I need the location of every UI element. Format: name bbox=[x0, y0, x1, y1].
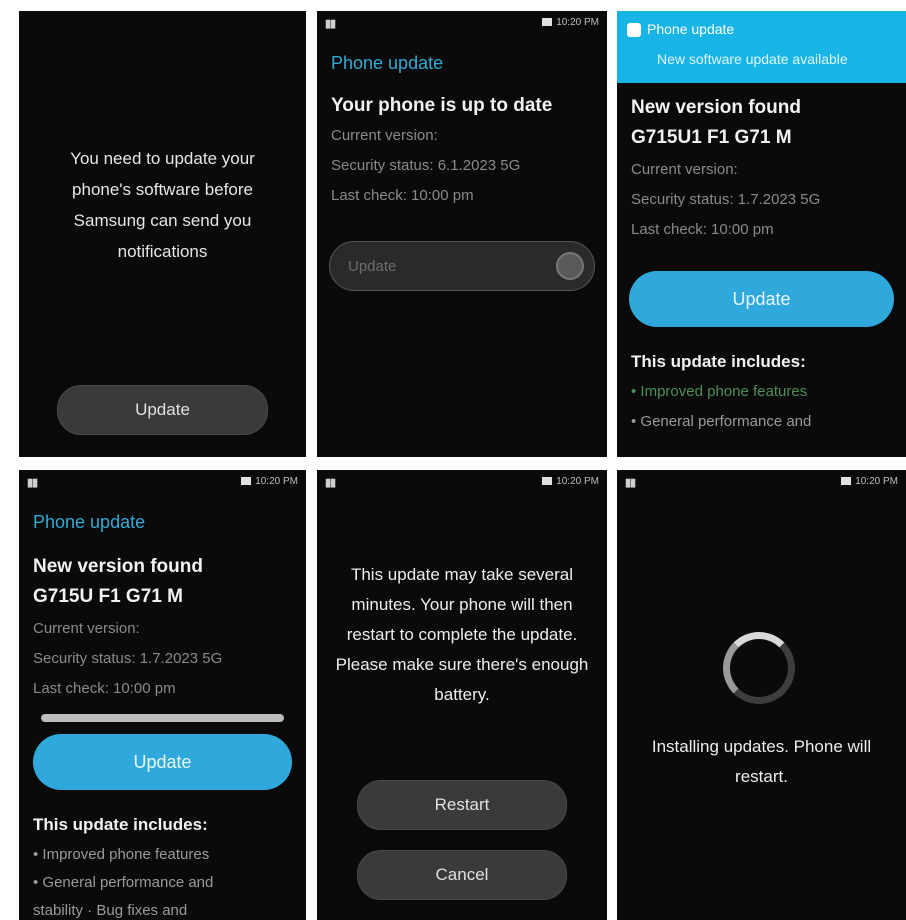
update-required-message: You need to update your phone's software… bbox=[70, 149, 255, 261]
battery-icon bbox=[542, 18, 553, 27]
current-version-label: Current version: bbox=[331, 127, 438, 144]
notification-title: Phone update bbox=[647, 21, 735, 37]
security-status: Security status: 1.7.2023 5G bbox=[631, 191, 821, 208]
status-time: 10:20 PM bbox=[556, 17, 599, 28]
screen-new-version: ▮▮ 10:20 PM Phone update New version fou… bbox=[19, 470, 306, 920]
screen-installing: ▮▮ 10:20 PM Installing updates. Phone wi… bbox=[617, 470, 906, 920]
version-code: G715U F1 G71 M bbox=[33, 586, 183, 607]
restart-button[interactable]: Restart bbox=[357, 780, 567, 830]
bullet-item: • Improved phone features bbox=[33, 846, 210, 863]
notification-text: New software update available bbox=[657, 51, 848, 67]
update-button[interactable]: Update bbox=[33, 734, 292, 790]
loading-spinner-icon bbox=[723, 632, 795, 704]
bullet-item: stability · Bug fixes and bbox=[33, 902, 188, 919]
screen-update-required: You need to update your phone's software… bbox=[19, 11, 306, 457]
bullet-item: • General performance and bbox=[631, 413, 812, 430]
signal-icon: ▮▮ bbox=[325, 18, 336, 30]
battery-icon bbox=[241, 477, 252, 486]
security-status: Security status: 6.1.2023 5G bbox=[331, 157, 521, 174]
bullet-item: • Improved phone features bbox=[631, 383, 808, 400]
download-progress-bar bbox=[41, 714, 284, 722]
screen-title: Phone update bbox=[33, 512, 146, 532]
status-time: 10:20 PM bbox=[556, 476, 599, 487]
last-check: Last check: 10:00 pm bbox=[331, 187, 474, 204]
signal-icon: ▮▮ bbox=[27, 477, 38, 489]
notification-icon bbox=[627, 23, 641, 37]
battery-icon bbox=[841, 477, 852, 486]
screen-up-to-date: ▮▮ 10:20 PM Phone update Your phone is u… bbox=[317, 11, 607, 457]
update-field-placeholder: Update bbox=[348, 258, 397, 275]
update-field[interactable]: Update bbox=[329, 241, 595, 291]
restart-warning-message: This update may take several minutes. Yo… bbox=[335, 565, 589, 704]
update-button[interactable]: Update bbox=[629, 271, 894, 327]
last-check: Last check: 10:00 pm bbox=[33, 680, 176, 697]
installing-message: Installing updates. Phone will restart. bbox=[651, 737, 872, 786]
security-status: Security status: 1.7.2023 5G bbox=[33, 650, 223, 667]
status-bar: ▮▮ 10:20 PM bbox=[317, 11, 607, 33]
signal-icon: ▮▮ bbox=[325, 477, 336, 489]
battery-icon bbox=[542, 477, 553, 486]
new-version-heading: New version found bbox=[631, 97, 801, 118]
version-code: G715U1 F1 G71 M bbox=[631, 127, 792, 148]
screen-restart-confirm: ▮▮ 10:20 PM This update may take several… bbox=[317, 470, 607, 920]
status-bar: ▮▮ 10:20 PM bbox=[19, 470, 306, 492]
includes-title: This update includes: bbox=[631, 352, 806, 371]
new-version-heading: New version found bbox=[33, 556, 203, 577]
last-check: Last check: 10:00 pm bbox=[631, 221, 774, 238]
status-bar: ▮▮ 10:20 PM bbox=[317, 470, 607, 492]
screen-title: Phone update bbox=[331, 53, 444, 73]
includes-title: This update includes: bbox=[33, 815, 208, 834]
status-bar: ▮▮ 10:20 PM bbox=[617, 470, 906, 492]
notification-banner[interactable]: Phone update New software update availab… bbox=[617, 11, 906, 83]
cancel-button[interactable]: Cancel bbox=[357, 850, 567, 900]
status-time: 10:20 PM bbox=[255, 476, 298, 487]
current-version-label: Current version: bbox=[33, 620, 140, 637]
toggle-knob-icon[interactable] bbox=[556, 252, 584, 280]
status-time: 10:20 PM bbox=[855, 476, 898, 487]
screen-new-version-notification: Phone update New software update availab… bbox=[617, 11, 906, 457]
up-to-date-heading: Your phone is up to date bbox=[331, 95, 553, 116]
bullet-item: • General performance and bbox=[33, 874, 214, 891]
update-button[interactable]: Update bbox=[57, 385, 268, 435]
signal-icon: ▮▮ bbox=[625, 477, 636, 489]
current-version-label: Current version: bbox=[631, 161, 738, 178]
